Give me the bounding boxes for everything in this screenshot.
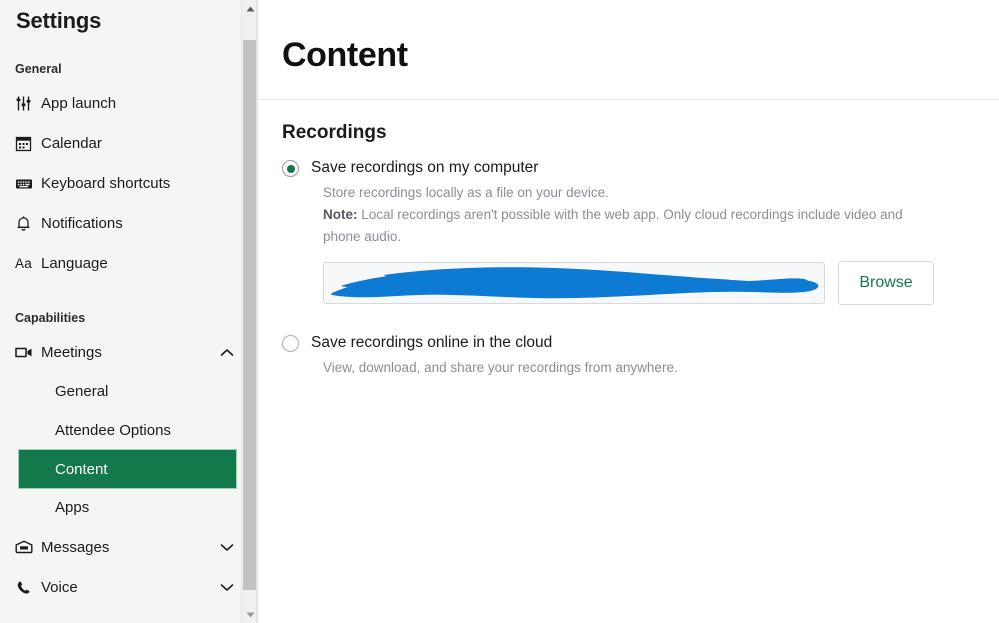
sidebar-item-calendar[interactable]: Calendar [0, 123, 258, 163]
sidebar-item-label: Meetings [41, 343, 102, 361]
settings-window: Settings General App launch Calendar Key… [0, 0, 999, 623]
language-aa-icon: Aa [15, 255, 33, 271]
sidebar-item-language[interactable]: Aa Language [0, 243, 258, 283]
radio-row-save-local[interactable]: Save recordings on my computer [282, 158, 999, 177]
sidebar-item-keyboard-shortcuts[interactable]: Keyboard shortcuts [0, 163, 258, 203]
recording-path-row: Browse [323, 261, 999, 305]
video-camera-icon [15, 345, 41, 360]
browse-button[interactable]: Browse [838, 261, 934, 305]
sidebar-item-meetings[interactable]: Meetings [0, 332, 258, 372]
sidebar-item-label: Notifications [41, 214, 123, 232]
chevron-down-icon[interactable] [220, 583, 234, 592]
radio-label: Save recordings on my computer [311, 159, 539, 176]
sidebar-section-label-general: General [15, 62, 62, 76]
sidebar-item-app-launch[interactable]: App launch [0, 83, 258, 123]
sidebar-subitem-general[interactable]: General [0, 372, 258, 411]
sidebar-item-voice[interactable]: Voice [0, 567, 258, 607]
settings-sidebar: Settings General App launch Calendar Key… [0, 0, 258, 623]
sidebar-subitem-content[interactable]: Content [18, 449, 237, 489]
phone-icon [15, 579, 41, 596]
main-content: Content Recordings Save recordings on my… [258, 0, 999, 623]
sidebar-subitem-label: Attendee Options [55, 422, 171, 439]
sidebar-item-notifications[interactable]: Notifications [0, 203, 258, 243]
sidebar-title: Settings [16, 8, 102, 33]
keyboard-icon [15, 175, 41, 192]
description-line: View, download, and share your recording… [323, 360, 678, 375]
option-save-cloud: Save recordings online in the cloud View… [258, 333, 999, 379]
recordings-section-title: Recordings [282, 122, 387, 143]
sidebar-item-label: Keyboard shortcuts [41, 174, 171, 192]
inbox-icon [15, 540, 41, 555]
chevron-up-icon[interactable] [220, 348, 234, 357]
note-line: Note: Local recordings aren't possible w… [323, 204, 908, 248]
note-label: Note: [323, 207, 358, 222]
sidebar-subitem-label: Apps [55, 499, 90, 516]
radio-row-save-cloud[interactable]: Save recordings online in the cloud [282, 333, 999, 352]
sidebar-item-messages[interactable]: Messages [0, 527, 258, 567]
description-line: Store recordings locally as a file on yo… [323, 185, 609, 200]
sidebar-item-label: Calendar [41, 134, 102, 152]
option-description: Store recordings locally as a file on yo… [323, 182, 908, 248]
sliders-icon [15, 95, 41, 112]
calendar-icon [15, 135, 41, 152]
sidebar-item-label: Messages [41, 538, 110, 556]
sidebar-item-label: App launch [41, 94, 117, 112]
sidebar-subitem-apps[interactable]: Apps [0, 488, 258, 527]
sidebar-section-label-capabilities: Capabilities [15, 311, 86, 325]
sidebar-item-label: Language [41, 254, 108, 272]
chevron-down-icon[interactable] [220, 543, 234, 552]
sidebar-subitem-label: General [55, 383, 109, 400]
radio-label: Save recordings online in the cloud [311, 334, 553, 351]
redaction-scribble [330, 267, 819, 299]
page-title: Content [282, 36, 408, 74]
option-description: View, download, and share your recording… [323, 357, 908, 379]
sidebar-subitem-attendee-options[interactable]: Attendee Options [0, 411, 258, 450]
recording-path-input[interactable] [323, 262, 825, 304]
radio-save-local[interactable] [282, 160, 299, 177]
option-save-local: Save recordings on my computer Store rec… [258, 158, 999, 305]
sidebar-subitem-label: Content [55, 460, 108, 478]
bell-icon [15, 215, 41, 232]
sidebar-item-label: Voice [41, 578, 78, 596]
radio-save-cloud[interactable] [282, 335, 299, 352]
note-text: Local recordings aren't possible with th… [323, 207, 903, 244]
